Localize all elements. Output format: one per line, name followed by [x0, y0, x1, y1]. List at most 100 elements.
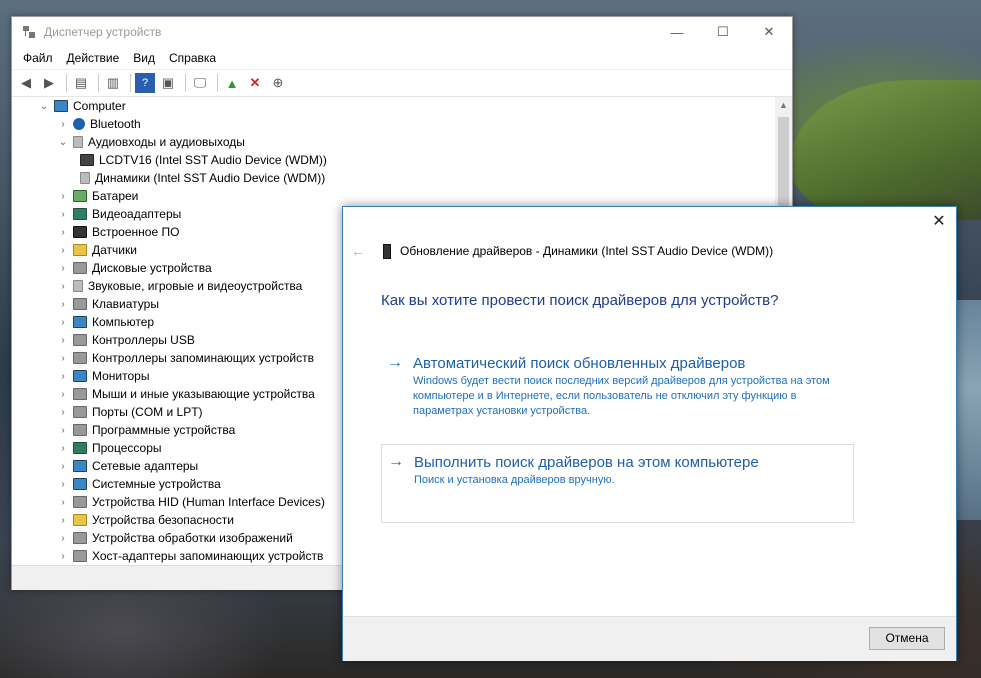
tree-item-label: Программные устройства — [92, 423, 236, 437]
tree-item-label: Computer — [73, 99, 126, 113]
chevron-icon[interactable]: › — [57, 515, 69, 526]
menu-bar: Файл Действие Вид Справка — [12, 47, 792, 69]
update-driver-icon[interactable]: ▲ — [222, 73, 242, 93]
chevron-icon[interactable]: › — [57, 479, 69, 490]
tree-item-label: Датчики — [92, 243, 137, 257]
tree-item-label: Звуковые, игровые и видеоустройства — [88, 279, 303, 293]
chevron-icon[interactable]: › — [57, 497, 69, 508]
menu-action[interactable]: Действие — [60, 51, 127, 65]
tree-item-label: Встроенное ПО — [92, 225, 180, 239]
dialog-title: Обновление драйверов - Динамики (Intel S… — [400, 244, 774, 258]
chevron-icon[interactable]: › — [57, 425, 69, 436]
device-category-icon — [73, 460, 87, 472]
device-category-icon — [54, 100, 68, 112]
chevron-icon[interactable]: › — [57, 227, 69, 238]
dialog-header: ← Обновление драйверов - Динамики (Intel… — [351, 243, 773, 259]
manual-search-option[interactable]: → Выполнить поиск драйверов на этом комп… — [381, 444, 854, 523]
uninstall-icon[interactable]: ✕ — [245, 73, 265, 93]
device-category-icon — [73, 226, 87, 238]
device-category-icon — [73, 262, 87, 274]
auto-search-title: Автоматический поиск обновленных драйвер… — [413, 354, 746, 372]
tree-item[interactable]: ⌄ Computer — [12, 97, 775, 115]
chevron-icon[interactable]: › — [57, 281, 69, 292]
minimize-button[interactable]: — — [654, 17, 700, 47]
chevron-icon[interactable]: › — [57, 191, 69, 202]
document-icon[interactable]: ▥ — [103, 73, 123, 93]
chevron-icon[interactable]: › — [57, 389, 69, 400]
tree-item-label: Bluetooth — [90, 117, 141, 131]
device-category-icon — [73, 388, 87, 400]
device-category-icon — [73, 244, 87, 256]
properties-icon[interactable]: ▤ — [71, 73, 91, 93]
help-icon[interactable]: ? — [135, 73, 155, 93]
menu-help[interactable]: Справка — [162, 51, 223, 65]
title-bar[interactable]: Диспетчер устройств — ☐ ✕ — [12, 17, 792, 47]
chevron-icon[interactable]: › — [57, 317, 69, 328]
device-category-icon — [73, 442, 87, 454]
scroll-up-icon[interactable]: ▲ — [775, 97, 792, 114]
back-arrow-icon[interactable]: ← — [351, 243, 371, 259]
tree-item-label: Хост-адаптеры запоминающих устройств — [92, 549, 324, 563]
chevron-icon[interactable]: › — [57, 353, 69, 364]
tree-item-label: Мыши и иные указывающие устройства — [92, 387, 315, 401]
manual-search-description: Поиск и установка драйверов вручную. — [414, 474, 615, 486]
manual-search-title: Выполнить поиск драйверов на этом компью… — [414, 453, 759, 471]
chevron-icon[interactable]: › — [57, 533, 69, 544]
tree-item-label: Процессоры — [92, 441, 162, 455]
chevron-icon[interactable]: › — [57, 335, 69, 346]
scrollbar-thumb[interactable] — [778, 117, 789, 207]
scan-download-icon[interactable]: ⊕ — [268, 73, 288, 93]
chevron-icon[interactable]: › — [57, 371, 69, 382]
chevron-icon[interactable]: › — [57, 461, 69, 472]
device-category-icon — [73, 208, 87, 220]
tree-item[interactable]: › Батареи — [12, 187, 775, 205]
tree-item-label: Клавиатуры — [92, 297, 159, 311]
device-manager-icon — [22, 25, 36, 39]
auto-search-option[interactable]: → Автоматический поиск обновленных драйв… — [381, 346, 853, 426]
tree-item[interactable]: ⌄ Аудиовходы и аудиовыходы — [12, 133, 775, 151]
device-category-icon — [73, 406, 87, 418]
tree-item-label: Устройства безопасности — [92, 513, 234, 527]
tree-item-label: Порты (COM и LPT) — [92, 405, 203, 419]
close-button[interactable]: ✕ — [746, 17, 792, 47]
chevron-icon[interactable]: ⌄ — [57, 137, 69, 148]
maximize-button[interactable]: ☐ — [700, 17, 746, 47]
chevron-icon[interactable]: › — [57, 443, 69, 454]
tree-item-label: Дисковые устройства — [92, 261, 212, 275]
tree-item-label: Устройства HID (Human Interface Devices) — [92, 495, 325, 509]
tree-item-label: LCDTV16 (Intel SST Audio Device (WDM)) — [99, 153, 327, 167]
dialog-footer: Отмена — [343, 616, 956, 661]
view-icon[interactable]: ▣ — [158, 73, 178, 93]
window-title: Диспетчер устройств — [44, 25, 162, 39]
arrow-right-icon: → — [387, 354, 403, 371]
menu-view[interactable]: Вид — [126, 51, 162, 65]
dialog-close-button[interactable]: ✕ — [928, 213, 950, 231]
tree-item-label: Устройства обработки изображений — [92, 531, 293, 545]
tree-item-label: Аудиовходы и аудиовыходы — [88, 135, 245, 149]
chevron-icon[interactable]: ⌄ — [38, 101, 50, 112]
chevron-icon[interactable]: › — [57, 299, 69, 310]
cancel-button[interactable]: Отмена — [869, 627, 945, 650]
dialog-question: Как вы хотите провести поиск драйверов д… — [381, 292, 779, 309]
desktop-hill — [790, 80, 981, 220]
chevron-icon[interactable]: › — [57, 407, 69, 418]
menu-file[interactable]: Файл — [16, 51, 60, 65]
tree-item[interactable]: LCDTV16 (Intel SST Audio Device (WDM)) — [12, 151, 775, 169]
chevron-icon[interactable]: › — [57, 551, 69, 562]
chevron-icon[interactable]: › — [57, 209, 69, 220]
chevron-icon[interactable]: › — [57, 119, 69, 130]
chevron-icon[interactable]: › — [57, 263, 69, 274]
forward-arrow-icon[interactable]: ▶ — [39, 73, 59, 93]
chevron-icon[interactable]: › — [57, 245, 69, 256]
tree-item-label: Контроллеры USB — [92, 333, 195, 347]
device-category-icon — [73, 550, 87, 562]
tree-item[interactable]: › Bluetooth — [12, 115, 775, 133]
device-category-icon — [73, 190, 87, 202]
tree-item[interactable]: Динамики (Intel SST Audio Device (WDM)) — [12, 169, 775, 187]
back-arrow-icon[interactable]: ◀ — [16, 73, 36, 93]
device-category-icon — [73, 496, 87, 508]
tree-item-label: Контроллеры запоминающих устройств — [92, 351, 314, 365]
device-category-icon — [73, 352, 87, 364]
monitor-icon[interactable]: 🖵 — [190, 73, 210, 93]
device-category-icon — [73, 514, 87, 526]
